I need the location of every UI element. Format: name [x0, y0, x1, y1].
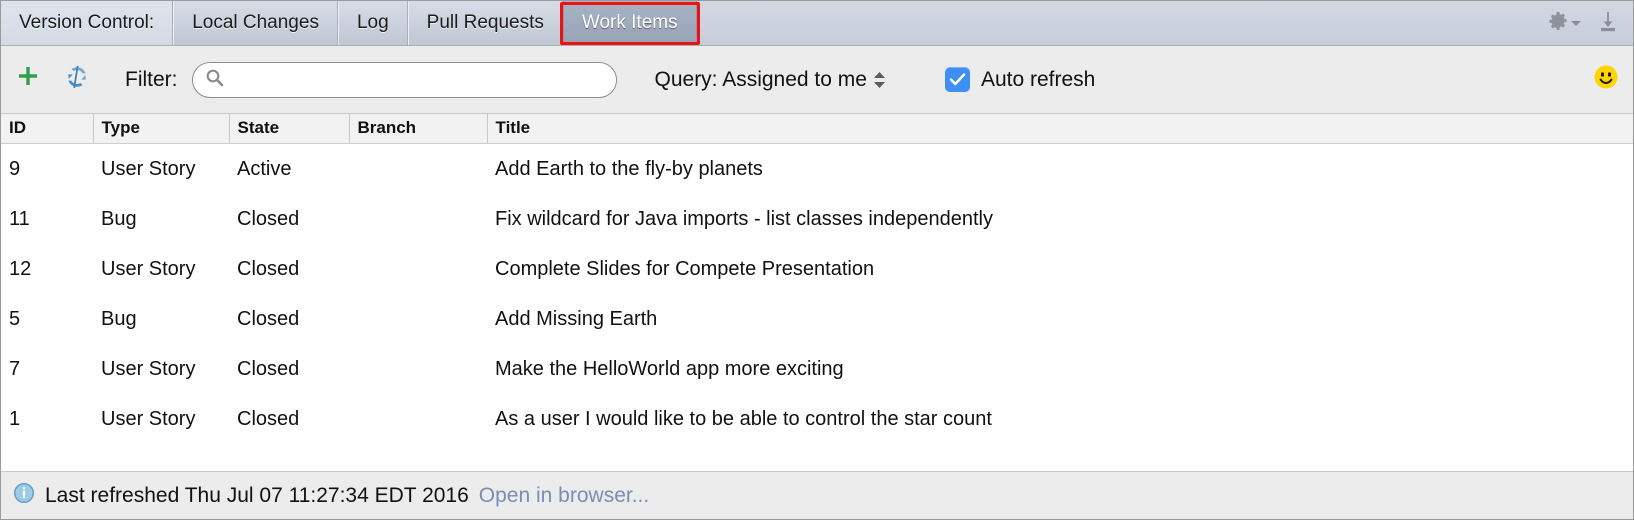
cell-title: Complete Slides for Compete Presentation: [495, 257, 875, 280]
open-in-browser-link[interactable]: Open in browser...: [479, 484, 649, 508]
cell-type: User Story: [101, 357, 196, 380]
auto-refresh-label: Auto refresh: [980, 67, 1096, 91]
smiley-face-icon[interactable]: [1593, 64, 1619, 95]
status-bar: Last refreshed Thu Jul 07 11:27:34 EDT 2…: [1, 471, 1633, 519]
cell-type: User Story: [101, 257, 196, 280]
work-items-table: ID Type State Branch Title 9 User Story Ac…: [1, 114, 1633, 449]
cell-branch: [349, 394, 487, 444]
cell-state: Closed: [237, 307, 300, 330]
column-header-type[interactable]: Type: [92, 114, 229, 144]
hide-panel-button[interactable]: [1597, 10, 1619, 37]
table-header-row: ID Type State Branch Title: [1, 114, 1633, 144]
cell-state: Closed: [237, 357, 300, 380]
tab-local-changes[interactable]: Local Changes: [173, 1, 338, 45]
search-icon: [205, 68, 224, 92]
cell-type: User Story: [101, 407, 196, 430]
settings-button[interactable]: [1548, 11, 1581, 36]
plus-icon: [15, 64, 41, 95]
cell-state: Closed: [237, 407, 300, 430]
table-row[interactable]: 12 User Story Closed Complete Slides for Co…: [1, 244, 1633, 294]
checkbox-box: [944, 67, 970, 92]
cell-state: Closed: [237, 207, 300, 230]
cell-id: 11: [9, 207, 30, 230]
search-input[interactable]: [231, 68, 604, 91]
cell-title: Add Earth to the fly-by planets: [495, 157, 763, 180]
query-label: Query: Assigned to me: [654, 67, 867, 91]
column-header-title[interactable]: Title: [486, 114, 1633, 144]
table-row[interactable]: 9 User Story Active Add Earth to the fly-by…: [1, 144, 1633, 195]
tab-pull-requests[interactable]: Pull Requests: [407, 1, 563, 45]
column-header-state[interactable]: State: [228, 114, 349, 144]
query-selector[interactable]: Query: Assigned to me: [655, 68, 885, 92]
filter-search-field[interactable]: [191, 61, 617, 98]
hide-panel-icon: [1597, 10, 1619, 37]
cell-title: Fix wildcard for Java imports - list cla…: [495, 207, 993, 230]
cell-title: Add Missing Earth: [495, 307, 658, 330]
cell-id: 12: [9, 257, 32, 280]
auto-refresh-checkbox[interactable]: Auto refresh: [944, 67, 1096, 92]
cell-type: Bug: [101, 207, 137, 230]
refresh-button[interactable]: [63, 63, 91, 96]
filter-label: Filter:: [125, 67, 178, 91]
tab-bar-spacer: [696, 1, 1548, 45]
cell-state: Active: [237, 157, 292, 180]
work-items-toolbar: Filter: Query: Assigned to me Auto refre…: [1, 46, 1633, 114]
table-body: 9 User Story Active Add Earth to the fly-by…: [1, 144, 1633, 445]
refresh-icon: [63, 63, 91, 96]
cell-branch: [349, 144, 487, 195]
cell-type: Bug: [101, 307, 137, 330]
cell-id: 1: [9, 407, 21, 430]
column-header-branch[interactable]: Branch: [348, 114, 487, 144]
gear-icon: [1548, 11, 1568, 36]
last-refreshed-text: Last refreshed Thu Jul 07 11:27:34 EDT 2…: [45, 483, 469, 507]
cell-branch: [349, 344, 487, 394]
table-row[interactable]: 1 User Story Closed As a user I would like …: [1, 394, 1633, 444]
cell-id: 9: [9, 157, 21, 180]
toolbar-right-actions: [1593, 64, 1619, 95]
cell-branch: [349, 194, 487, 244]
cell-type: User Story: [101, 157, 196, 180]
cell-branch: [349, 294, 487, 344]
info-icon: [13, 482, 35, 509]
add-work-item-button[interactable]: [15, 64, 41, 95]
table-row[interactable]: 11 Bug Closed Fix wildcard for Java imports…: [1, 194, 1633, 244]
cell-title: Make the HelloWorld app more exciting: [495, 357, 844, 380]
stepper-updown-icon: [873, 71, 885, 88]
tab-bar-actions: [1548, 1, 1633, 45]
cell-id: 7: [9, 357, 21, 380]
version-control-panel: Version Control: Local Changes Log Pull …: [0, 0, 1634, 520]
table-row[interactable]: 7 User Story Closed Make the HelloWorld app…: [1, 344, 1633, 394]
chevron-down-icon: [1571, 14, 1581, 32]
tab-log[interactable]: Log: [337, 1, 408, 45]
cell-branch: [349, 244, 487, 294]
column-header-id[interactable]: ID: [1, 114, 93, 144]
cell-title: As a user I would like to be able to con…: [495, 407, 992, 430]
panel-title: Version Control:: [1, 1, 174, 45]
cell-id: 5: [9, 307, 21, 330]
tab-bar: Version Control: Local Changes Log Pull …: [1, 1, 1633, 46]
table-row[interactable]: 5 Bug Closed Add Missing Earth: [1, 294, 1633, 344]
cell-state: Closed: [237, 257, 300, 280]
tab-work-items[interactable]: Work Items: [562, 1, 697, 45]
